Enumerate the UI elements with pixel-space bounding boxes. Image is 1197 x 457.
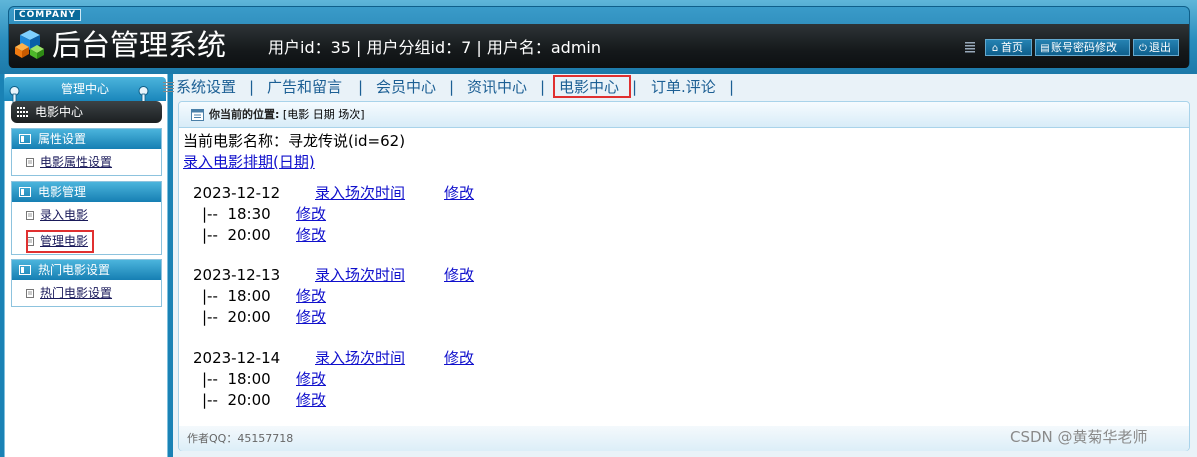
breadcrumb-label: 你当前的位置:: [209, 108, 280, 121]
sidebar-item-hot-movies[interactable]: 热门电影设置: [12, 280, 161, 306]
sidebar-section-hot-movies: 热门电影设置 热门电影设置: [11, 259, 162, 307]
company-badge: COMPANY: [14, 9, 81, 21]
add-showtime-link[interactable]: 录入场次时间: [315, 348, 405, 368]
schedule-date-row: 2023-12-13 录入场次时间 修改: [193, 265, 474, 285]
power-icon: ⏻: [1139, 43, 1147, 54]
page-icon: [26, 158, 34, 167]
showtime: 20:00: [227, 308, 271, 326]
section-header[interactable]: 电影管理: [12, 182, 161, 202]
schedule-date-row: 2023-12-12 录入场次时间 修改: [193, 183, 474, 203]
showtime-row: |-- 18:30 修改: [202, 204, 326, 224]
sidebar-current-module[interactable]: 电影中心: [11, 101, 162, 123]
tab-system-settings[interactable]: 系统设置: [176, 76, 236, 98]
edit-date-link[interactable]: 修改: [444, 348, 474, 368]
change-password-label: 账号密码修改: [1051, 41, 1117, 54]
top-nav: 系统设置 | 广告和留言 | 会员中心 | 资讯中心 | 电影中心 | 订单.评…: [163, 76, 1197, 98]
add-schedule-link-wrap: 录入电影排期(日期): [183, 152, 315, 172]
tree-prefix: |--: [202, 205, 218, 223]
showtime: 18:30: [227, 205, 271, 223]
edit-date-link[interactable]: 修改: [444, 183, 474, 203]
page-icon: [26, 211, 34, 220]
schedule-date: 2023-12-12: [193, 184, 281, 202]
home-icon: ⌂: [991, 43, 999, 54]
logout-button-label: 退出: [1149, 41, 1171, 54]
cubes-logo-icon: [15, 30, 44, 59]
schedule-date: 2023-12-14: [193, 349, 281, 367]
schedule-date-row: 2023-12-14 录入场次时间 修改: [193, 348, 474, 368]
section-title: 属性设置: [38, 132, 87, 146]
highlight-box: [26, 230, 94, 253]
nav-separator: |: [249, 78, 255, 96]
system-title: 后台管理系统: [52, 28, 227, 62]
section-title: 热门电影设置: [38, 263, 111, 277]
nav-separator: |: [729, 78, 735, 96]
panel-icon: [19, 134, 31, 144]
tab-news-center[interactable]: 资讯中心: [467, 76, 527, 98]
page-icon: [26, 289, 34, 298]
header: COMPANY 后台管理系统 用户id：35 | 用户分组id：7 | 用户名：…: [0, 0, 1197, 74]
tree-prefix: |--: [202, 226, 218, 244]
watermark: CSDN @黄菊华老师: [1010, 428, 1148, 446]
edit-showtime-link[interactable]: 修改: [296, 204, 326, 224]
showtime: 18:00: [227, 370, 271, 388]
edit-date-link[interactable]: 修改: [444, 265, 474, 285]
add-showtime-link[interactable]: 录入场次时间: [315, 183, 405, 203]
panel-icon: [19, 265, 31, 275]
edit-showtime-link[interactable]: 修改: [296, 390, 326, 410]
section-title: 电影管理: [38, 185, 87, 199]
section-header[interactable]: 属性设置: [12, 129, 161, 149]
breadcrumb: 你当前的位置: [电影 日期 场次]: [179, 102, 1189, 128]
tab-member-center[interactable]: 会员中心: [376, 76, 436, 98]
nav-separator: |: [449, 78, 455, 96]
current-movie-name: 当前电影名称：寻龙传说(id=62): [183, 132, 406, 150]
edit-showtime-link[interactable]: 修改: [296, 369, 326, 389]
sidebar-item-movie-attributes[interactable]: 电影属性设置: [12, 149, 161, 175]
tab-ads-messages[interactable]: 广告和留言: [267, 76, 342, 98]
nav-separator: |: [632, 78, 638, 96]
edit-showtime-link[interactable]: 修改: [296, 307, 326, 327]
sidebar-item-label[interactable]: 录入电影: [40, 208, 88, 222]
document-icon: ▤: [1040, 43, 1050, 54]
sidebar-current-module-label: 电影中心: [35, 105, 84, 119]
sidebar-section-attributes: 属性设置 电影属性设置: [11, 128, 162, 176]
author-qq: 作者QQ：45157718: [187, 432, 294, 445]
nav-separator: |: [358, 78, 364, 96]
menu-lines-icon: [965, 42, 975, 53]
breadcrumb-value: [电影 日期 场次]: [282, 108, 365, 121]
user-info: 用户id：35 | 用户分组id：7 | 用户名：admin: [268, 38, 602, 57]
sidebar-item-label[interactable]: 电影属性设置: [40, 155, 112, 169]
showtime-row: |-- 20:00 修改: [202, 307, 326, 327]
logout-button[interactable]: ⏻ 退出: [1133, 39, 1179, 56]
change-password-button[interactable]: ▤账号密码修改: [1035, 39, 1130, 56]
showtime-row: |-- 20:00 修改: [202, 390, 326, 410]
home-button-label: 首页: [1001, 41, 1023, 54]
sidebar-item-add-movie[interactable]: 录入电影: [12, 202, 161, 228]
sidebar-header-label: 管理中心: [60, 82, 109, 96]
nav-separator: |: [540, 78, 546, 96]
showtime: 20:00: [227, 226, 271, 244]
grid-icon: [17, 107, 28, 117]
tree-prefix: |--: [202, 308, 218, 326]
window-icon: [191, 109, 204, 121]
tree-prefix: |--: [202, 287, 218, 305]
schedule-date: 2023-12-13: [193, 266, 281, 284]
tab-orders-comments[interactable]: 订单.评论: [651, 76, 716, 98]
panel-icon: [19, 187, 31, 197]
section-header[interactable]: 热门电影设置: [12, 260, 161, 280]
showtime-row: |-- 18:00 修改: [202, 286, 326, 306]
showtime: 18:00: [227, 287, 271, 305]
edit-showtime-link[interactable]: 修改: [296, 286, 326, 306]
tree-prefix: |--: [202, 391, 218, 409]
grip-icon: [163, 82, 174, 92]
home-button[interactable]: ⌂ 首页: [985, 39, 1032, 56]
showtime-row: |-- 18:00 修改: [202, 369, 326, 389]
tree-prefix: |--: [202, 370, 218, 388]
add-showtime-link[interactable]: 录入场次时间: [315, 265, 405, 285]
sidebar-item-label[interactable]: 热门电影设置: [40, 286, 112, 300]
add-schedule-date-link[interactable]: 录入电影排期(日期): [183, 153, 315, 171]
edit-showtime-link[interactable]: 修改: [296, 225, 326, 245]
highlight-box: [553, 75, 631, 98]
showtime-row: |-- 20:00 修改: [202, 225, 326, 245]
showtime: 20:00: [227, 391, 271, 409]
